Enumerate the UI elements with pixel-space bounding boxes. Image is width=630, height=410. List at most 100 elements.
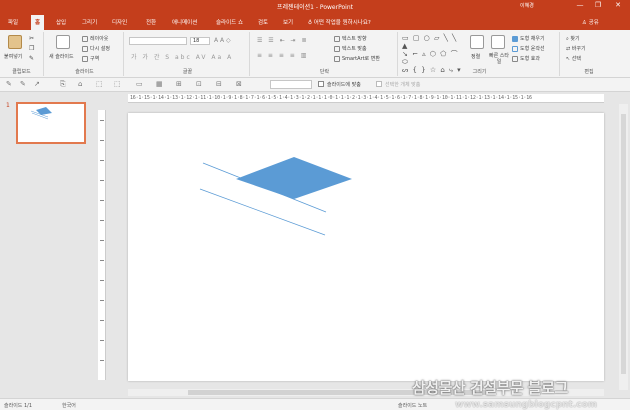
select-button[interactable]: ↖ 선택: [566, 55, 581, 62]
user-name[interactable]: 이혜경: [520, 2, 534, 9]
qat-icon-11[interactable]: ⊡: [196, 81, 203, 88]
tab-design[interactable]: 디자인: [112, 18, 127, 26]
quick-styles-icon[interactable]: [491, 35, 505, 49]
effects-icon: [512, 55, 518, 62]
new-slide-icon[interactable]: [56, 35, 70, 49]
title-bar: 프레젠테이션1 - PowerPoint 이혜경 — ❐ ✕: [0, 0, 630, 12]
share-button[interactable]: ♙ 공유: [582, 18, 599, 26]
qat-zoom-box[interactable]: [270, 80, 312, 89]
window-title: 프레젠테이션1 - PowerPoint: [277, 4, 353, 11]
parallel-line-bottom[interactable]: [199, 188, 326, 236]
font-size-combo[interactable]: 18: [190, 37, 210, 45]
notes-button[interactable]: 슬라이드 노트: [398, 402, 427, 409]
group-clipboard: 붙여넣기 ✂ ❐ ✎ 클립보드: [0, 32, 44, 76]
font-size-buttons[interactable]: A A ◇: [214, 37, 231, 44]
slide-canvas[interactable]: [128, 113, 604, 381]
ruler-tick: [100, 200, 104, 201]
restore-button[interactable]: ❐: [592, 1, 604, 10]
tell-me-search[interactable]: ♁ 어떤 작업을 원하시나요?: [308, 18, 371, 26]
font-name-combo[interactable]: [129, 37, 187, 45]
shape-effects-button[interactable]: 도형 효과: [512, 55, 540, 62]
fit-slide-label: 슬라이드에 맞춤: [327, 82, 361, 88]
format-painter-icon[interactable]: ✎: [29, 55, 34, 62]
list-buttons[interactable]: ☰ ☰ ⇤ ⇥ ≣: [257, 37, 308, 44]
tab-transitions[interactable]: 전환: [146, 18, 156, 26]
tab-draw[interactable]: 그리기: [82, 18, 97, 26]
slide-thumbnail[interactable]: [16, 102, 86, 144]
text-direction-icon: [334, 35, 340, 42]
shapes-gallery[interactable]: ▭ ▢ ○ ▱ ╲ ╲ ▲ ↘ ⌐ ▵ ⬡ ⬠ ⌒ ⬭ ᔕ { } ☆ ⌂ ⤷ ▾: [402, 34, 464, 74]
slide-drawing: [199, 157, 352, 236]
reset-button[interactable]: 다시 설정: [82, 45, 110, 52]
ruler-tick: [100, 340, 104, 341]
layout-button[interactable]: 레이아웃: [82, 35, 108, 42]
ruler-tick: [100, 140, 104, 141]
smartart-button[interactable]: SmartArt로 변환: [334, 55, 380, 62]
quick-styles-button[interactable]: 빠른 스타일: [488, 53, 510, 65]
ruler-tick: [100, 300, 104, 301]
copy-icon[interactable]: ❐: [29, 45, 34, 52]
vertical-scroll-thumb[interactable]: [621, 114, 626, 374]
qat-icon-3[interactable]: ↗: [34, 81, 41, 88]
text-direction-button[interactable]: 텍스트 방향: [334, 35, 367, 42]
qat-icon-8[interactable]: ▭: [136, 81, 143, 88]
new-slide-button[interactable]: 새 슬라이드: [49, 53, 74, 60]
tab-review[interactable]: 검토: [258, 18, 268, 26]
qat-icon-13[interactable]: ⊠: [236, 81, 243, 88]
tab-file[interactable]: 파일: [8, 18, 18, 26]
find-button[interactable]: ⌕ 찾기: [566, 35, 580, 42]
group-slides: 새 슬라이드 레이아웃 다시 설정 구역 슬라이드: [46, 32, 124, 76]
qat-icon-1[interactable]: ✎: [6, 81, 13, 88]
select-object-label: 선택한 개체 맞춤: [385, 82, 421, 88]
cut-icon[interactable]: ✂: [29, 35, 34, 42]
tab-slideshow[interactable]: 슬라이드 쇼: [216, 18, 243, 26]
select-label: 선택: [571, 56, 581, 62]
paint-bucket-icon: [512, 35, 518, 42]
section-label: 구역: [90, 56, 100, 62]
tab-insert[interactable]: 삽입: [56, 18, 66, 26]
minimize-button[interactable]: —: [574, 1, 586, 10]
smartart-icon: [334, 55, 340, 62]
tab-home[interactable]: 홈: [31, 15, 45, 30]
font-style-buttons[interactable]: 가 가 간 S abc AV Aa A: [131, 52, 233, 61]
fit-slide-checkbox[interactable]: [318, 81, 324, 87]
qat-icon-4[interactable]: ⎘: [60, 81, 67, 88]
language-indicator[interactable]: 한국어: [62, 402, 76, 409]
qat-icon-9[interactable]: ▦: [156, 81, 163, 88]
section-button[interactable]: 구역: [82, 55, 99, 62]
tell-me-text: 어떤 작업을 원하시나요?: [313, 20, 371, 26]
qat-icon-6[interactable]: ⬚: [96, 81, 103, 88]
slide-counter: 슬라이드 1/1: [4, 403, 33, 409]
close-button[interactable]: ✕: [612, 1, 624, 10]
align-buttons[interactable]: ≡ ≡ ≡ ≡ ▥: [257, 52, 308, 59]
arrange-button[interactable]: 정렬: [471, 53, 480, 60]
replace-label: 바꾸기: [571, 46, 586, 52]
qat-icon-2[interactable]: ✎: [20, 81, 27, 88]
tab-animations[interactable]: 애니메이션: [172, 18, 197, 26]
paragraph-group-label: 단락: [319, 69, 330, 75]
select-object-checkbox[interactable]: [376, 81, 382, 87]
ruler-tick: [100, 160, 104, 161]
qat-icon-12[interactable]: ⊟: [216, 81, 223, 88]
shape-fill-button[interactable]: 도형 채우기: [512, 35, 545, 42]
diamond-shape[interactable]: [236, 157, 352, 199]
qat-icon-5[interactable]: ⌂: [78, 81, 85, 88]
qat-icon-10[interactable]: ⊞: [176, 81, 183, 88]
ribbon: 붙여넣기 ✂ ❐ ✎ 클립보드 새 슬라이드 레이아웃 다시 설정 구역 슬라이…: [0, 30, 630, 78]
ruler-tick: [100, 320, 104, 321]
editing-group-label: 편집: [584, 69, 594, 75]
vertical-scrollbar[interactable]: [619, 104, 628, 390]
font-group-label: 글꼴: [182, 69, 193, 75]
tab-view[interactable]: 보기: [283, 18, 293, 26]
arrange-icon[interactable]: [470, 35, 484, 49]
group-editing: ⌕ 찾기 ⇄ 바꾸기 ↖ 선택 편집: [562, 32, 616, 76]
replace-button[interactable]: ⇄ 바꾸기: [566, 45, 586, 52]
layout-icon: [82, 35, 88, 42]
align-text-button[interactable]: 텍스트 맞춤: [334, 45, 367, 52]
text-direction-label: 텍스트 방향: [342, 36, 367, 42]
qat-icon-7[interactable]: ⬚: [114, 81, 121, 88]
section-icon: [82, 55, 88, 62]
paste-button[interactable]: 붙여넣기: [4, 53, 22, 60]
paste-icon[interactable]: [8, 35, 22, 49]
shape-outline-button[interactable]: 도형 윤곽선: [512, 45, 545, 52]
